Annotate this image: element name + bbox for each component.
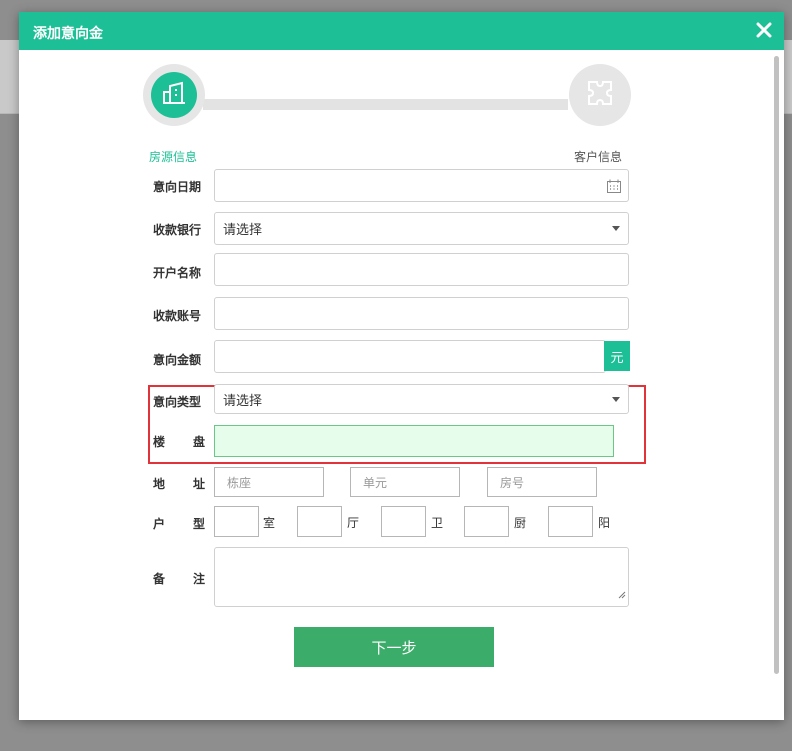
- estate-input[interactable]: [214, 425, 614, 457]
- balcony-count-input[interactable]: [548, 506, 593, 537]
- kitchen-unit: 厨: [514, 516, 527, 530]
- estate-label: 楼 盘: [153, 435, 205, 449]
- deposit-form: 意向日期 收款银行 请选择 开户名称 收款账号 意向金额 元 意向类型 请选择 …: [19, 12, 784, 720]
- account-number-label: 收款账号: [153, 309, 202, 323]
- bank-label: 收款银行: [153, 223, 202, 237]
- chevron-down-icon: [612, 397, 620, 402]
- remark-label: 备 注: [153, 572, 205, 586]
- living-room-count-input[interactable]: [297, 506, 342, 537]
- account-name-input[interactable]: [214, 253, 629, 286]
- layout-label: 户 型: [153, 517, 205, 531]
- address-label: 地 址: [153, 477, 205, 491]
- bedroom-unit: 室: [263, 516, 276, 530]
- intent-date-input[interactable]: [214, 169, 629, 202]
- bedroom-count-input[interactable]: [214, 506, 259, 537]
- resize-grip-icon[interactable]: [618, 586, 626, 604]
- room-number-input[interactable]: 房号: [487, 467, 597, 497]
- account-name-label: 开户名称: [153, 266, 202, 280]
- chevron-down-icon: [612, 226, 620, 231]
- building-input[interactable]: 栋座: [214, 467, 324, 497]
- bathroom-unit: 卫: [431, 516, 444, 530]
- currency-unit-badge: 元: [604, 341, 630, 371]
- intent-type-select[interactable]: 请选择: [214, 384, 629, 414]
- intent-type-label: 意向类型: [153, 395, 202, 409]
- living-room-unit: 厅: [347, 516, 360, 530]
- account-number-input[interactable]: [214, 297, 629, 330]
- bank-select[interactable]: 请选择: [214, 212, 629, 245]
- bathroom-count-input[interactable]: [381, 506, 426, 537]
- next-step-button[interactable]: 下一步: [294, 627, 494, 667]
- balcony-unit: 阳: [598, 516, 611, 530]
- amount-label: 意向金额: [153, 353, 202, 367]
- intent-date-label: 意向日期: [153, 180, 202, 194]
- calendar-icon[interactable]: [606, 178, 622, 197]
- unit-input[interactable]: 单元: [350, 467, 460, 497]
- add-deposit-dialog: 添加意向金 房源信息 客户信息 意向日期 收款银行 请选择 开户名称 收款账号 …: [19, 12, 784, 720]
- amount-input[interactable]: [214, 340, 606, 373]
- kitchen-count-input[interactable]: [464, 506, 509, 537]
- remark-textarea[interactable]: [214, 547, 629, 607]
